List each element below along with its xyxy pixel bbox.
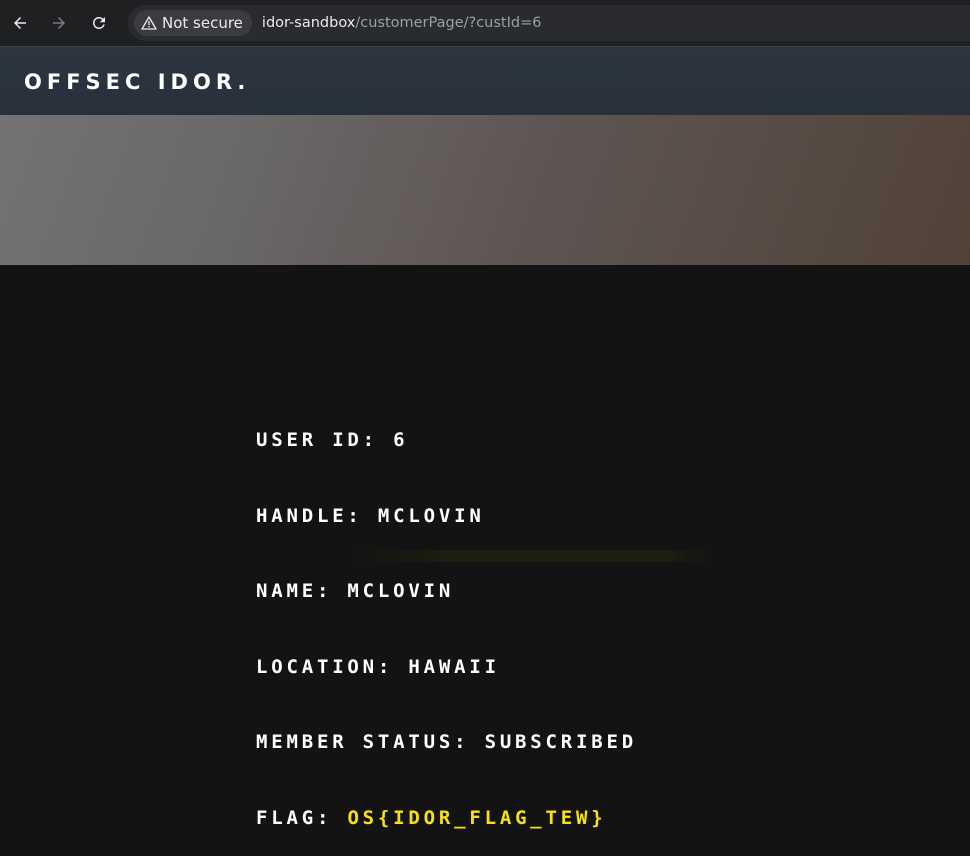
user-id-field: USER ID: 6 (256, 429, 409, 451)
member-status-field: MEMBER STATUS: SUBSCRIBED (256, 731, 637, 753)
location-field: LOCATION: HAWAII (256, 656, 500, 678)
hero-banner (0, 115, 970, 265)
forward-button[interactable] (48, 12, 70, 34)
handle-field: HANDLE: MCLOVIN (256, 505, 485, 527)
name-field: NAME: MCLOVIN (256, 580, 455, 602)
url-path: /customerPage/?custId=6 (355, 15, 542, 31)
warning-icon (141, 16, 157, 30)
url-text[interactable]: idor-sandbox/customerPage/?custId=6 (262, 15, 542, 31)
flag-value: OS{IDOR_FLAG_TEW} (347, 807, 607, 829)
url-host: idor-sandbox (261, 15, 356, 31)
browser-toolbar: Not secure idor-sandbox/customerPage/?cu… (0, 0, 970, 46)
forward-arrow-icon (53, 17, 65, 29)
back-button[interactable] (9, 12, 31, 34)
security-indicator[interactable]: Not secure (134, 10, 252, 36)
flag-label: FLAG: (256, 807, 348, 829)
address-bar[interactable]: Not secure idor-sandbox/customerPage/?cu… (128, 5, 970, 41)
flag-field: FLAG: OS{IDOR_FLAG_TEW} (256, 807, 607, 829)
site-header: OFFSEC IDOR. (0, 46, 970, 115)
reload-icon (92, 16, 105, 29)
flag-highlight (353, 550, 713, 562)
reload-button[interactable] (88, 12, 110, 34)
back-arrow-icon (14, 17, 26, 29)
site-logo[interactable]: OFFSEC IDOR. (24, 70, 250, 94)
security-label: Not secure (162, 14, 243, 32)
